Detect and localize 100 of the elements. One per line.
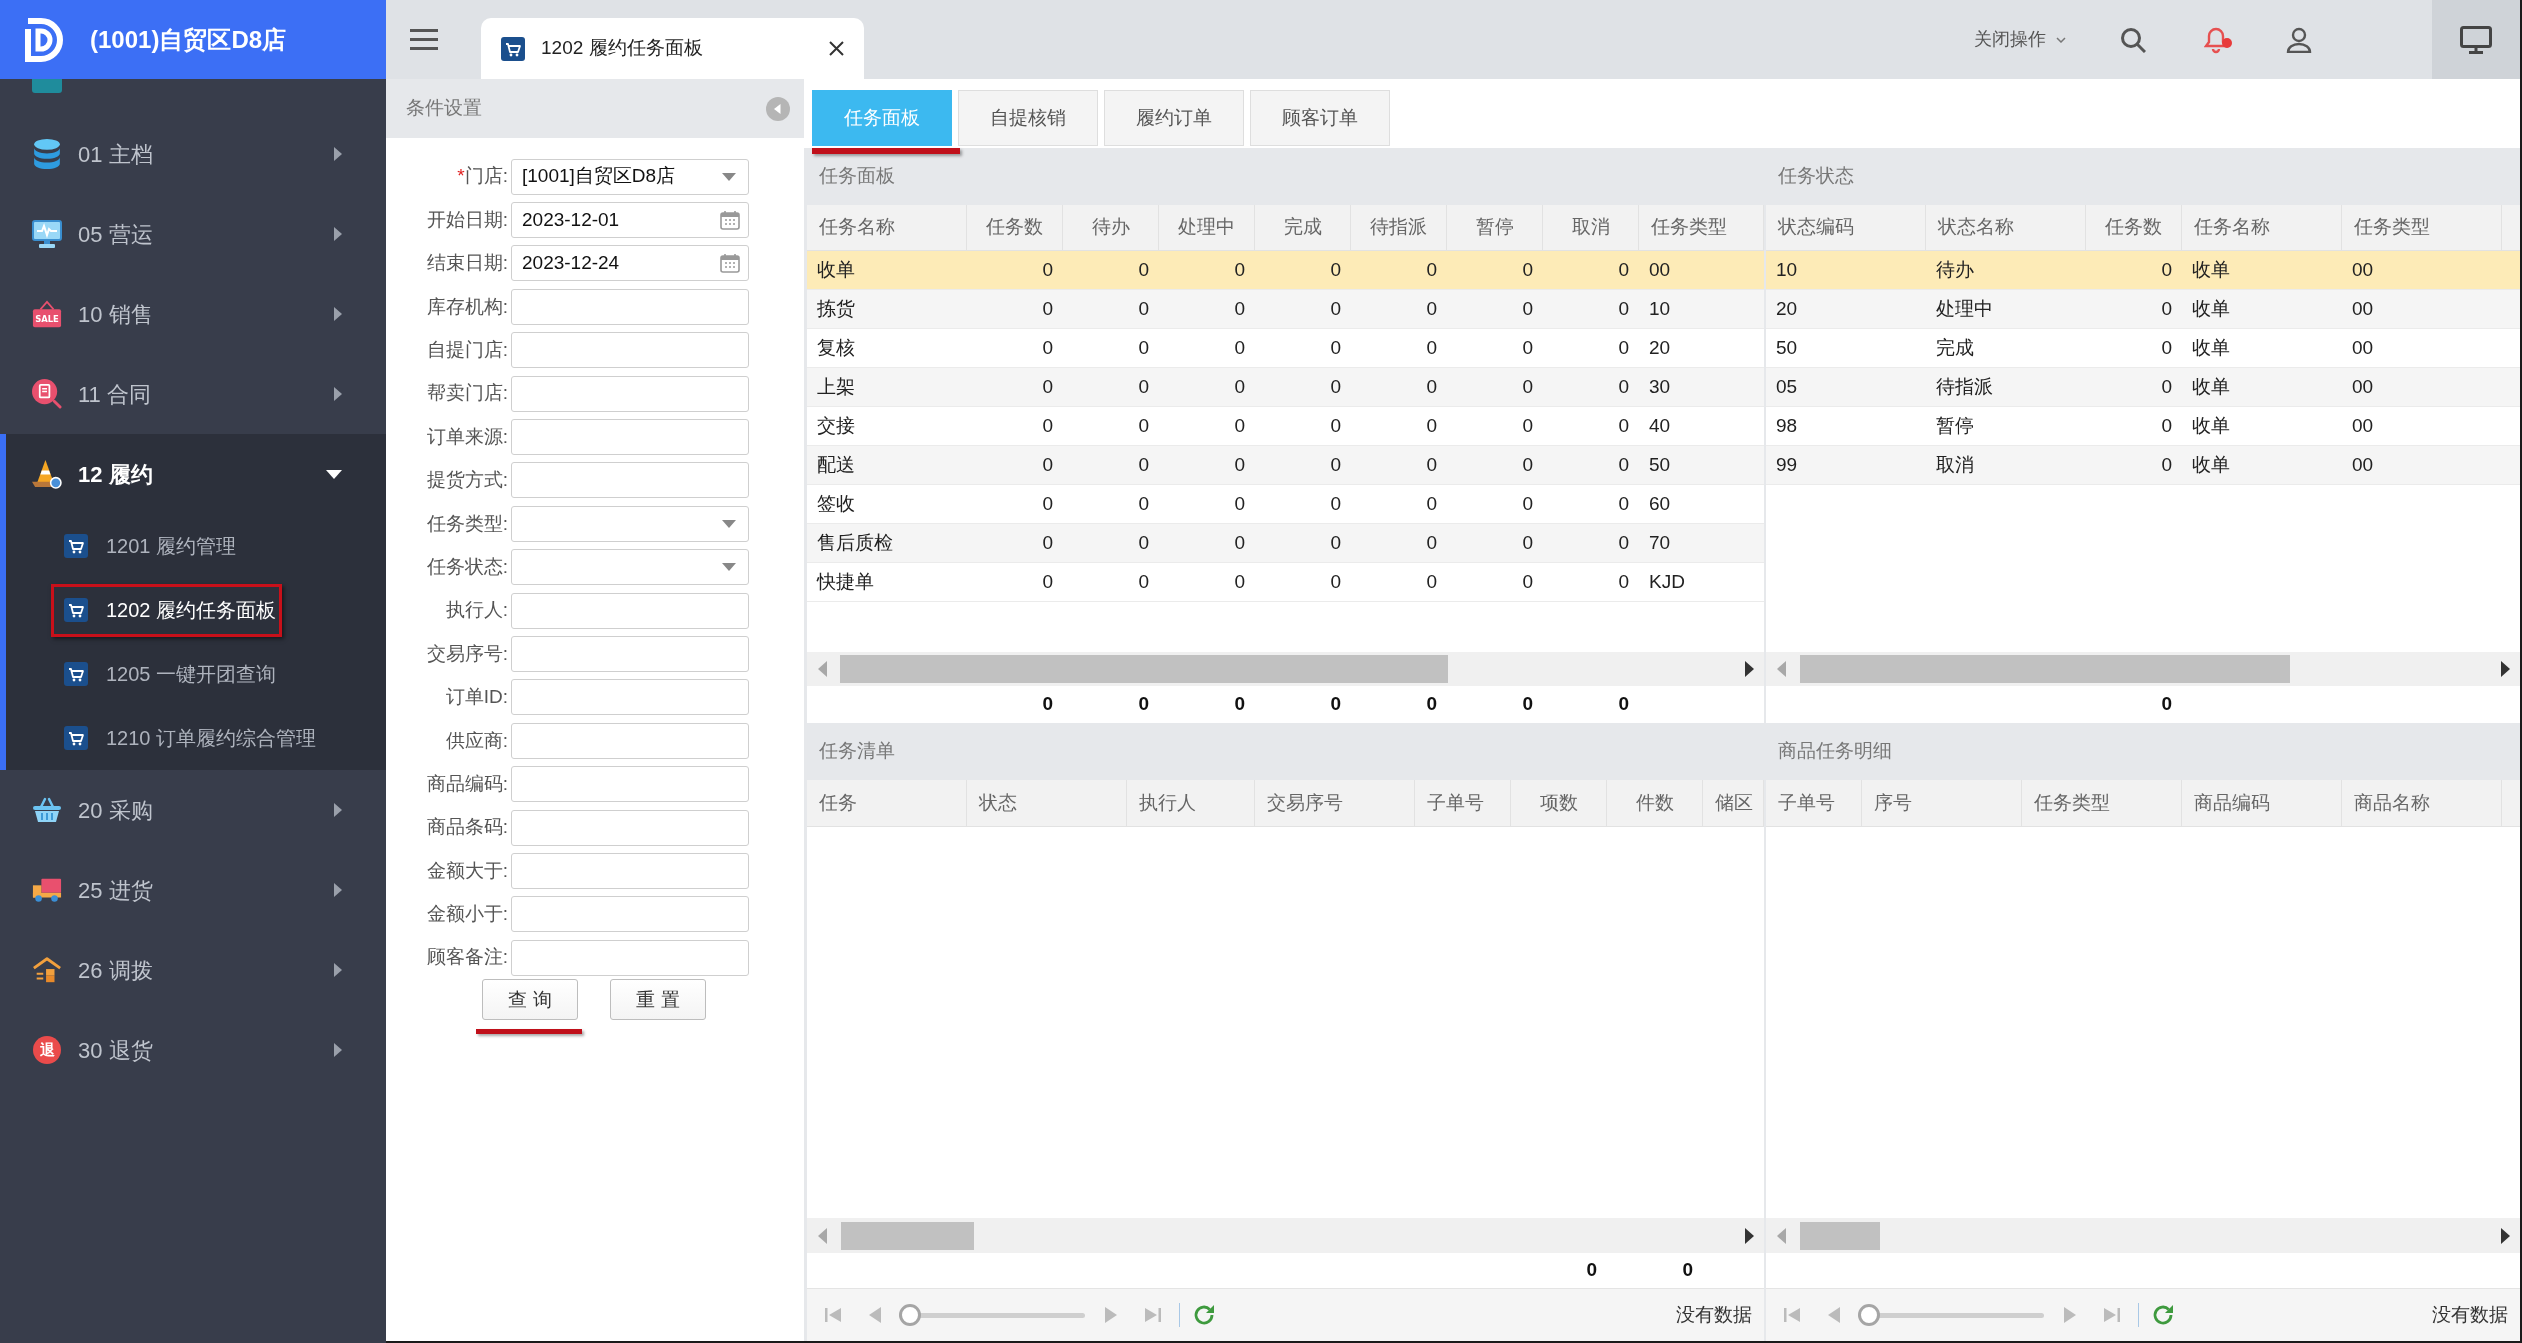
- column-header[interactable]: 状态编码: [1778, 213, 1854, 242]
- column-header[interactable]: 暂停: [1475, 213, 1514, 242]
- menu-item[interactable]: 20 采购: [0, 770, 386, 850]
- column-header[interactable]: 任务类型: [2354, 213, 2430, 242]
- scroll-left-icon[interactable]: [817, 661, 827, 677]
- horizontal-scrollbar[interactable]: [1766, 652, 2520, 686]
- input-field[interactable]: [511, 462, 749, 499]
- column-header[interactable]: 序号: [1874, 788, 1912, 818]
- column-header[interactable]: 储区: [1715, 788, 1753, 818]
- reset-button[interactable]: 重 置: [610, 979, 706, 1021]
- horizontal-scrollbar[interactable]: [807, 652, 1764, 686]
- table-row[interactable]: 10 待办 0 收单 00: [1766, 251, 2520, 290]
- column-header[interactable]: 任务名称: [819, 213, 895, 242]
- scroll-right-icon[interactable]: [1744, 1227, 1754, 1244]
- column-header[interactable]: 任务: [819, 788, 857, 818]
- last-page-icon[interactable]: [2104, 1307, 2120, 1323]
- menu-icon[interactable]: [410, 29, 438, 50]
- input-field[interactable]: [511, 419, 749, 456]
- column-header[interactable]: 子单号: [1778, 788, 1835, 818]
- column-header[interactable]: 件数: [1635, 788, 1674, 818]
- slider-thumb[interactable]: [899, 1304, 921, 1326]
- column-header[interactable]: 状态: [979, 788, 1017, 818]
- next-page-icon[interactable]: [2064, 1307, 2076, 1323]
- page-tab[interactable]: 1202 履约任务面板: [481, 18, 864, 79]
- column-header[interactable]: 状态名称: [1938, 213, 2014, 242]
- search-icon[interactable]: [2120, 26, 2146, 53]
- scrollbar-thumb[interactable]: [1800, 1221, 1880, 1250]
- column-header[interactable]: 待办: [1091, 213, 1130, 242]
- column-header[interactable]: 取消: [1571, 213, 1610, 242]
- slider-thumb[interactable]: [1858, 1304, 1880, 1326]
- table-row[interactable]: 99 取消 0 收单 00: [1766, 446, 2520, 485]
- table-row[interactable]: 配送 0 0 0 0 0 0 0 50: [807, 446, 1764, 485]
- menu-item[interactable]: 12 履约: [6, 434, 386, 514]
- dropdown-field[interactable]: [511, 549, 749, 586]
- menu-item[interactable]: SALE 10 销售: [0, 274, 386, 354]
- scroll-right-icon[interactable]: [2500, 661, 2510, 677]
- column-header[interactable]: 任务数: [2105, 213, 2162, 242]
- table-row[interactable]: 上架 0 0 0 0 0 0 0 30: [807, 368, 1764, 407]
- column-header[interactable]: 任务数: [986, 213, 1043, 242]
- table-row[interactable]: 收单 0 0 0 0 0 0 0 00: [807, 251, 1764, 290]
- scrollbar-thumb[interactable]: [841, 1221, 974, 1250]
- horizontal-scrollbar[interactable]: [807, 1218, 1764, 1253]
- submenu-item[interactable]: 1201 履约管理: [64, 531, 237, 561]
- input-field[interactable]: [511, 722, 749, 759]
- table-row[interactable]: 05 待指派 0 收单 00: [1766, 368, 2520, 407]
- scroll-right-icon[interactable]: [2500, 1227, 2510, 1244]
- column-header[interactable]: 执行人: [1139, 788, 1196, 818]
- column-header[interactable]: 完成: [1283, 213, 1322, 242]
- table-row[interactable]: 20 处理中 0 收单 00: [1766, 290, 2520, 329]
- query-button[interactable]: 查 询: [482, 979, 578, 1021]
- screen-button[interactable]: [2432, 0, 2520, 79]
- page-slider[interactable]: [899, 1304, 1085, 1326]
- notification-bell-icon[interactable]: [2204, 25, 2232, 54]
- scroll-left-icon[interactable]: [817, 1227, 827, 1244]
- column-header[interactable]: 任务类型: [1651, 213, 1727, 242]
- input-field[interactable]: [511, 375, 749, 412]
- dropdown-field[interactable]: [1001]自贸区D8店: [511, 158, 749, 195]
- first-page-icon[interactable]: [825, 1307, 841, 1323]
- input-field[interactable]: [511, 809, 749, 846]
- column-header[interactable]: 商品编码: [2194, 788, 2270, 818]
- previous-page-icon[interactable]: [869, 1307, 881, 1323]
- refresh-icon[interactable]: [1193, 1304, 1215, 1326]
- input-field[interactable]: [511, 939, 749, 976]
- input-field[interactable]: [511, 852, 749, 889]
- input-field[interactable]: [511, 679, 749, 716]
- menu-item[interactable]: 11 合同: [0, 354, 386, 434]
- submenu-item[interactable]: 1205 一键开团查询: [64, 659, 277, 689]
- table-row[interactable]: 拣货 0 0 0 0 0 0 0 10: [807, 290, 1764, 329]
- scroll-left-icon[interactable]: [1776, 661, 1786, 677]
- menu-item[interactable]: 01 主档: [0, 114, 386, 194]
- column-header[interactable]: 任务名称: [2194, 213, 2270, 242]
- view-tab[interactable]: 自提核销: [958, 90, 1098, 146]
- menu-item[interactable]: 26 调拨: [0, 930, 386, 1010]
- submenu-item[interactable]: 1202 履约任务面板: [64, 595, 277, 625]
- first-page-icon[interactable]: [1784, 1307, 1800, 1323]
- column-header[interactable]: 处理中: [1178, 213, 1235, 242]
- column-header[interactable]: 交易序号: [1267, 788, 1343, 818]
- page-slider[interactable]: [1858, 1304, 2044, 1326]
- date-field[interactable]: 2023-12-01: [511, 202, 749, 239]
- column-header[interactable]: 商品名称: [2354, 788, 2430, 818]
- input-field[interactable]: [511, 636, 749, 672]
- scroll-right-icon[interactable]: [1744, 661, 1754, 677]
- view-tab[interactable]: 履约订单: [1104, 90, 1244, 146]
- menu-item[interactable]: 25 进货: [0, 850, 386, 930]
- menu-item[interactable]: 05 营运: [0, 194, 386, 274]
- horizontal-scrollbar[interactable]: [1766, 1218, 2520, 1253]
- column-header[interactable]: 任务类型: [2034, 788, 2110, 818]
- close-icon[interactable]: [829, 41, 844, 56]
- scroll-left-icon[interactable]: [1776, 1227, 1786, 1244]
- scrollbar-thumb[interactable]: [840, 655, 1448, 683]
- input-field[interactable]: [511, 592, 749, 629]
- input-field[interactable]: [511, 288, 749, 325]
- date-field[interactable]: 2023-12-24: [511, 245, 749, 282]
- collapse-icon[interactable]: [766, 96, 790, 121]
- close-actions-dropdown[interactable]: 关闭操作: [1974, 26, 2066, 53]
- input-field[interactable]: [511, 766, 749, 803]
- scrollbar-thumb[interactable]: [1800, 655, 2290, 683]
- user-icon[interactable]: [2286, 26, 2312, 53]
- dropdown-field[interactable]: [511, 505, 749, 542]
- input-field[interactable]: [511, 332, 749, 369]
